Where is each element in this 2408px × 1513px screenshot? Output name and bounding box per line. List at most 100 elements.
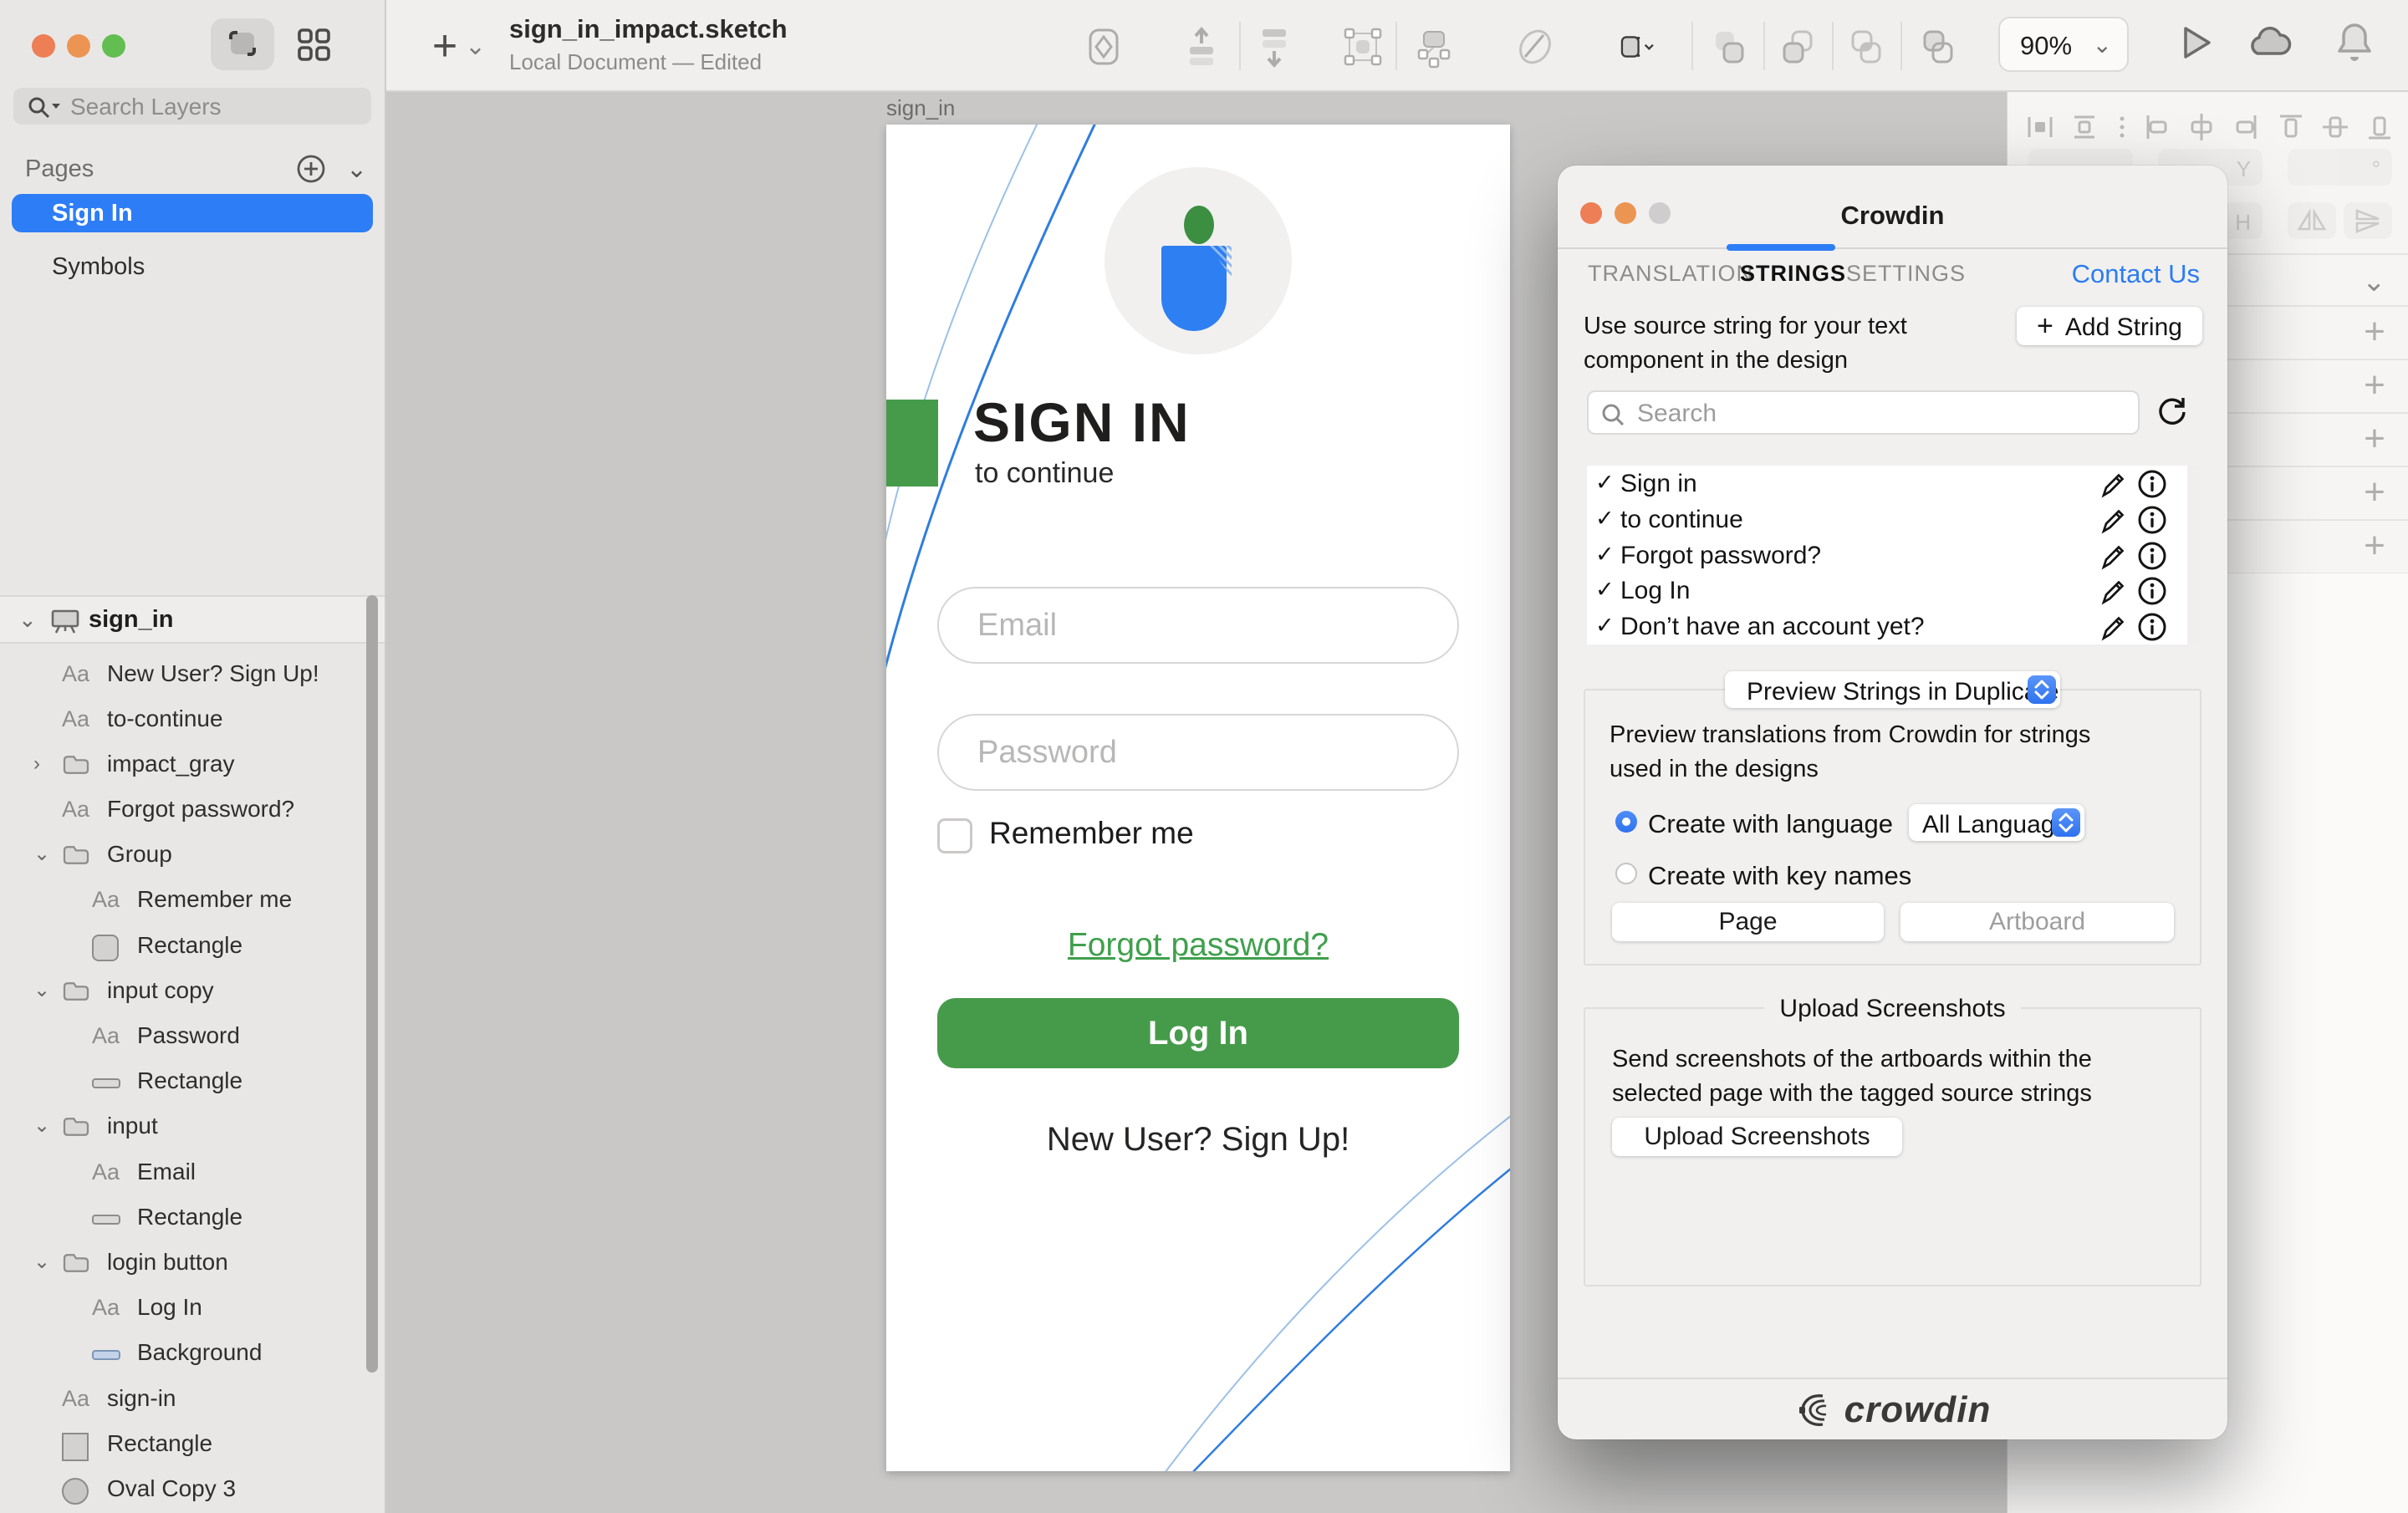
layer-row[interactable]: Oval Copy 3 [0, 1466, 368, 1511]
artboard-tool-button[interactable] [1600, 25, 1676, 69]
layer-row[interactable]: AaNew User? Sign Up! [0, 651, 368, 696]
artboard-label[interactable]: sign_in [886, 95, 955, 121]
add-page-button[interactable] [294, 152, 328, 186]
notifications-bell-button[interactable] [2333, 18, 2376, 71]
rotation-field[interactable]: ° [2288, 149, 2392, 186]
chevron-down-icon[interactable]: ⌄ [33, 832, 50, 877]
chevron-down-icon[interactable]: ⌄ [18, 597, 37, 642]
layer-row[interactable]: AaRemember me [0, 877, 368, 922]
sidebar-page-sign-in[interactable]: Sign In [12, 194, 373, 232]
sidebar-page-symbols[interactable]: Symbols [12, 247, 373, 286]
layer-row[interactable]: AaPassword [0, 1013, 368, 1058]
language-dropdown[interactable]: All Languages [1909, 804, 2084, 841]
layer-row-folder[interactable]: ⌄input copy [0, 968, 368, 1013]
search-layers-input[interactable] [69, 89, 356, 125]
remember-me-checkbox[interactable] [937, 818, 972, 853]
preview-play-button[interactable] [2174, 18, 2217, 69]
edit-pencil-icon[interactable] [2099, 469, 2129, 499]
boolean-intersect-button[interactable] [1844, 25, 1888, 69]
crowdin-titlebar[interactable]: Crowdin [1558, 166, 2227, 249]
layers-search-field[interactable] [13, 88, 371, 125]
boolean-difference-button[interactable] [1916, 25, 1960, 69]
edit-pencil-icon[interactable] [2099, 541, 2129, 571]
preview-strings-dropdown[interactable]: Preview Strings in Duplicate [1725, 671, 2060, 708]
send-backward-button[interactable] [1252, 25, 1296, 69]
strings-search-input[interactable] [1635, 395, 2124, 432]
cloud-sync-button[interactable] [2242, 18, 2294, 69]
align-left-icon[interactable] [2143, 110, 2171, 144]
add-style-button[interactable]: + [2354, 364, 2395, 406]
flip-vertical-button[interactable] [2344, 202, 2392, 239]
zoom-level-select[interactable]: 90% ⌄ [1998, 17, 2129, 72]
minimize-window-button[interactable] [67, 34, 90, 58]
insert-plus-button[interactable]: + [421, 15, 468, 75]
boolean-subtract-button[interactable] [1776, 25, 1819, 69]
close-window-button[interactable] [32, 34, 55, 58]
section-collapse-chevron[interactable]: ⌄ [2357, 264, 2391, 299]
edit-pencil-icon[interactable] [2099, 612, 2129, 642]
align-middle-vertical-icon[interactable] [2321, 110, 2349, 144]
info-icon[interactable] [2137, 505, 2167, 535]
string-row[interactable]: ✓ Sign in [1587, 466, 2200, 502]
edit-pencil-icon[interactable] [2099, 576, 2129, 606]
refresh-icon[interactable] [2155, 395, 2190, 430]
grid-view-toggle[interactable] [294, 25, 334, 65]
fullscreen-window-button[interactable] [102, 34, 125, 58]
password-field[interactable] [937, 714, 1459, 791]
more-options-icon[interactable] [2108, 110, 2136, 144]
string-row[interactable]: ✓ Forgot password? [1587, 537, 2200, 573]
chevron-right-icon[interactable]: › [33, 741, 40, 787]
layer-row-folder[interactable]: ⌄input [0, 1103, 368, 1149]
create-with-language-radio[interactable] [1615, 811, 1637, 833]
sidebar-scrollbar[interactable] [366, 595, 378, 1373]
layer-row[interactable]: Aato-continue [0, 696, 368, 741]
forgot-password-link[interactable]: Forgot password? [886, 927, 1510, 964]
sign-in-artboard[interactable]: SIGN IN to continue Remember me Forgot p… [886, 125, 1510, 1471]
add-style-button[interactable]: + [2354, 311, 2395, 353]
align-top-icon[interactable] [2277, 110, 2305, 144]
layer-row[interactable]: Background [0, 1330, 368, 1375]
chevron-down-icon[interactable]: ⌄ [33, 1240, 50, 1285]
add-style-button[interactable]: + [2354, 525, 2395, 567]
artboard-layer-row[interactable]: ⌄ sign_in [0, 595, 385, 644]
tab-strings[interactable]: STRINGS [1740, 261, 1846, 287]
distribute-horizontally-icon[interactable] [2026, 110, 2054, 144]
edit-pencil-icon[interactable] [2099, 505, 2129, 535]
upload-screenshots-button[interactable]: Upload Screenshots [1612, 1118, 1902, 1156]
layer-row-folder[interactable]: ⌄login button [0, 1240, 368, 1285]
bring-forward-button[interactable] [1180, 25, 1223, 69]
layer-row[interactable]: Rectangle [0, 1421, 368, 1466]
align-bottom-icon[interactable] [2365, 110, 2394, 144]
layer-row[interactable]: AaEmail [0, 1149, 368, 1195]
ungroup-button[interactable] [1412, 25, 1456, 69]
info-icon[interactable] [2137, 612, 2167, 642]
strings-list-scrollbar[interactable] [2187, 466, 2200, 644]
layer-row[interactable]: Aasign-in [0, 1376, 368, 1421]
distribute-vertically-icon[interactable] [2070, 110, 2099, 144]
string-row[interactable]: ✓ Don’t have an account yet? [1587, 609, 2200, 644]
strings-search-field[interactable] [1587, 390, 2140, 435]
info-icon[interactable] [2137, 541, 2167, 571]
string-row[interactable]: ✓ Log In [1587, 573, 2200, 609]
add-string-button[interactable]: +Add String [2017, 307, 2202, 345]
layer-row[interactable]: AaLog In [0, 1285, 368, 1330]
layer-row-folder[interactable]: ›impact_gray [0, 741, 368, 787]
boolean-union-button[interactable] [1707, 25, 1751, 69]
info-icon[interactable] [2137, 576, 2167, 606]
align-center-horizontal-icon[interactable] [2187, 110, 2216, 144]
layer-row[interactable]: AaForgot password? [0, 787, 368, 832]
layer-row[interactable]: Rectangle [0, 1195, 368, 1240]
contact-us-link[interactable]: Contact Us [2072, 259, 2200, 289]
insert-chevron-icon[interactable]: ⌄ [465, 32, 486, 61]
add-style-button[interactable]: + [2354, 418, 2395, 460]
align-right-icon[interactable] [2232, 110, 2260, 144]
layer-row[interactable]: Rectangle [0, 923, 368, 968]
tab-settings[interactable]: SETTINGS [1846, 261, 1966, 287]
layer-row-folder[interactable]: ⌄Group [0, 832, 368, 877]
page-button[interactable]: Page [1612, 903, 1884, 941]
flip-horizontal-button[interactable] [2288, 202, 2336, 239]
create-with-key-names-radio[interactable] [1615, 863, 1637, 884]
edit-vector-button[interactable] [1513, 25, 1557, 69]
email-field[interactable] [937, 587, 1459, 664]
canvas-view-toggle[interactable] [211, 18, 274, 70]
